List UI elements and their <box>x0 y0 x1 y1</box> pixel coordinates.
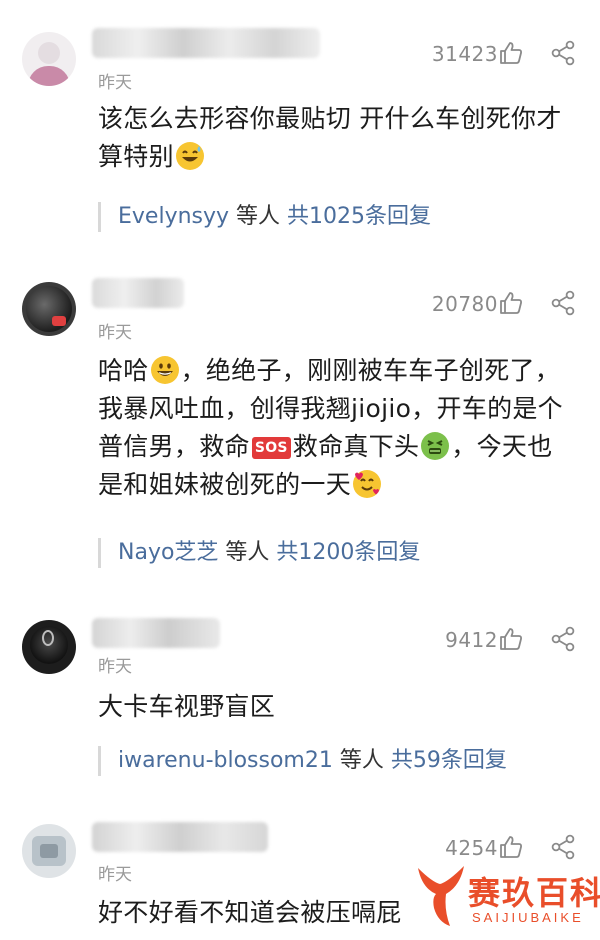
comment-text: 大卡车视野盲区 <box>98 692 276 721</box>
share-icon[interactable] <box>550 626 576 652</box>
comment-text: 该怎么去形容你最贴切 开什么车创死你才算特别 <box>98 104 562 171</box>
reply-divider <box>98 746 101 776</box>
reply-label: 等人 <box>218 540 277 565</box>
thumbs-up-icon[interactable] <box>498 290 524 316</box>
thumbs-up-icon[interactable] <box>498 40 524 66</box>
username-blurred[interactable] <box>92 618 220 648</box>
like-count: 9412 <box>445 628 498 652</box>
reply-username[interactable]: iwarenu-blossom21 <box>118 748 333 773</box>
comment-time: 昨天 <box>98 657 132 677</box>
avatar[interactable] <box>22 620 76 674</box>
whale-tail-logo-icon <box>418 866 464 926</box>
reply-username[interactable]: Nayo芝芝 <box>118 540 218 565</box>
smiling-face-with-hearts-emoji-icon <box>353 470 382 498</box>
reply-label: 等人 <box>332 748 391 773</box>
share-icon[interactable] <box>550 40 576 66</box>
thumbs-up-icon[interactable] <box>498 626 524 652</box>
comment-item: 昨天 20780 哈哈 ，绝绝子，刚刚被车车子创死了，我暴风吐血，创得我翘jio… <box>0 250 600 590</box>
like-count: 31423 <box>431 42 498 66</box>
avatar[interactable] <box>22 32 76 86</box>
sweat-smile-emoji-icon <box>175 142 204 170</box>
reply-count-link[interactable]: 共59条回复 <box>391 748 507 773</box>
grinning-face-emoji-icon <box>150 356 179 384</box>
watermark-subtitle: SAIJIUBAIKE <box>472 910 584 925</box>
username-blurred[interactable] <box>92 278 184 308</box>
comment-item: 昨天 9412 大卡车视野盲区 iwarenu-blossom21 等人 共59… <box>0 590 600 810</box>
reply-count-link[interactable]: 共1200条回复 <box>276 540 420 565</box>
reply-summary[interactable]: Nayo芝芝 等人 共1200条回复 <box>98 536 578 570</box>
comment-item: 昨天 31423 该怎么去形容你最贴切 开什么车创死你才算特别 Evelynsy… <box>0 0 600 250</box>
reply-label: 等人 <box>229 204 288 229</box>
reply-divider <box>98 538 101 568</box>
share-icon[interactable] <box>550 290 576 316</box>
reply-username[interactable]: Evelynsyy <box>118 204 229 229</box>
comment-time: 昨天 <box>98 323 132 343</box>
comment-time: 昨天 <box>98 73 132 93</box>
reply-count-link[interactable]: 共1025条回复 <box>287 204 431 229</box>
watermark-title: 赛玖百科 <box>468 874 600 912</box>
reply-summary[interactable]: Evelynsyy 等人 共1025条回复 <box>98 200 578 234</box>
comment-text: 哈哈 ，绝绝子，刚刚被车车子创死了，我暴风吐血，创得我翘jiojio，开车的是个… <box>98 356 563 499</box>
avatar[interactable] <box>22 824 76 878</box>
username-blurred[interactable] <box>92 28 320 58</box>
like-count: 20780 <box>431 292 498 316</box>
username-blurred[interactable] <box>92 822 268 852</box>
avatar[interactable] <box>22 282 76 336</box>
sos-emoji-icon: SOS <box>251 437 291 459</box>
reply-divider <box>98 202 101 232</box>
comment-time: 昨天 <box>98 865 132 885</box>
nauseated-face-emoji-icon <box>421 432 450 460</box>
reply-summary[interactable]: iwarenu-blossom21 等人 共59条回复 <box>98 744 578 778</box>
watermark-logo: 赛玖百科 SAIJIUBAIKE <box>408 856 600 940</box>
